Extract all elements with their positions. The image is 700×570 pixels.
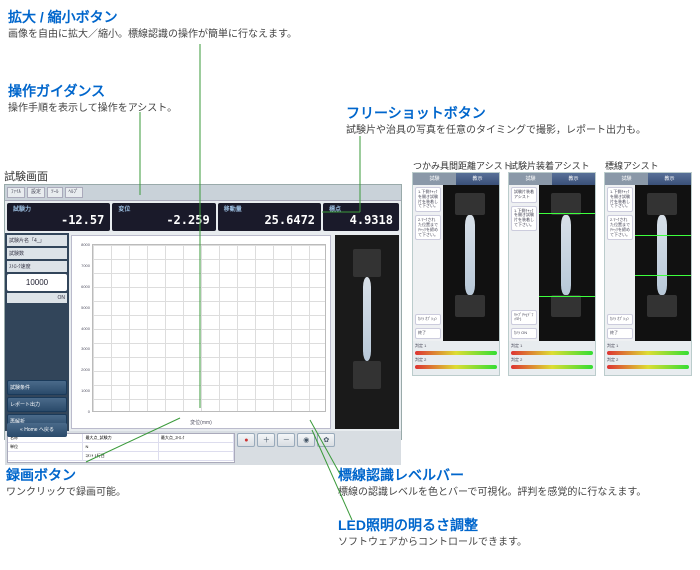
results-table: 名称 最大点_試験力 最大点_ｽﾄﾛ-ｸ 単位 N ｺﾒﾝﾄ 1行目 [7,433,235,463]
callout-guidance: 操作ガイダンス 操作手順を表示して操作をアシスト。 [8,82,177,116]
on-label: ON [7,293,67,303]
main-body: 試験片名「4_」 試験数 ｽﾄﾛ-ｸ速度 10000 ON 試験条件 レポート出… [5,233,401,431]
guide-line [635,275,691,276]
camera-preview [335,235,399,429]
toolbar: ● ＋ － ◉ ✿ [237,433,399,463]
callout-desc: ワンクリックで録画可能。 [6,486,126,500]
assist-btn[interactable]: 終了 [415,328,441,339]
callout-desc: ソフトウェアからコントロールできます。 [338,536,698,550]
assist-btn[interactable]: ｶﾒﾗ ｵﾌﾟｼｮﾝ [607,314,633,325]
assist-tab-test[interactable]: 試験 [509,173,552,185]
callout-zoom: 拡大 / 縮小ボタン 画像を自由に拡大／縮小。標線認識の操作が簡単に行なえます。 [8,8,297,42]
assist-tab-test[interactable]: 試験 [413,173,456,185]
readout-travel: 移動量 25.6472 [218,203,321,231]
assist-title: つかみ具間距離アシスト [413,159,512,172]
left-panel: 試験片名「4_」 試験数 ｽﾄﾛ-ｸ速度 10000 ON 試験条件 レポート出… [5,233,69,431]
speed-label: ｽﾄﾛ-ｸ速度 [7,261,67,272]
zoom-in-button[interactable]: ＋ [257,433,275,447]
callout-title: 録画ボタン [6,466,126,484]
level-bar [607,365,689,369]
callout-desc: 標線の認識レベルを色とバーで可視化。評判を感覚的に行なえます。 [338,486,698,500]
level-bar [415,351,497,355]
callout-title: LED照明の明るさ調整 [338,516,698,534]
main-screenshot-label: 試験画面 [4,168,48,184]
callout-title: 操作ガイダンス [8,82,177,100]
assist-guidance: 1.下側ﾁｬｯｸを開き試験片を装着して下さい。 2.ﾏｰｸされた位置までﾁｬｯｸ… [413,185,443,341]
assist-guidance: 1.下側ﾁｬｯｸを開き試験片を装着して下さい。 2.ﾏｰｸされた位置までﾁｬｯｸ… [605,185,635,341]
assist-camera [443,185,499,341]
assist-tab-teach[interactable]: 教示 [648,173,691,185]
menu-item[interactable]: ﾍﾙﾌﾟ [65,187,83,198]
assist-panel-gauge-mark: 標線アシスト 試験 教示 1.下側ﾁｬｯｸを開き試験片を装着して下さい。 2.ﾏ… [604,172,692,376]
speed-value: 10000 [7,274,67,291]
assist-panel-grip-distance: つかみ具間距離アシスト 試験 教示 1.下側ﾁｬｯｸを開き試験片を装着して下さい… [412,172,500,376]
left-btn-1[interactable]: 試験条件 [7,380,67,395]
grip-bot [353,361,381,389]
menu-item[interactable]: ﾌｧｲﾙ [7,187,25,198]
callout-levelbar: 標線認識レベルバー 標線の認識レベルを色とバーで可視化。評判を感覚的に行なえます… [338,466,698,500]
assist-tab-teach[interactable]: 教示 [552,173,595,185]
callout-desc: 操作手順を表示して操作をアシスト。 [8,102,177,116]
readout-gauge: 標点 4.9318 [323,203,399,231]
assist-tabs: 試験 教示 [509,173,595,185]
callout-title: フリーショットボタン [346,104,696,122]
assist-footer: 判定 1 判定 2 [509,341,595,375]
left-btn-2[interactable]: レポート出力 [7,397,67,412]
zoom-out-button[interactable]: － [277,433,295,447]
chart-y-axis: 8000 7000 6000 5000 4000 3000 2000 1000 … [74,242,90,414]
level-bar [511,365,593,369]
chart-grid [92,244,326,412]
readout-row: 試験力 -12.57 変位 -2.259 移動量 25.6472 標点 4.93… [5,201,401,233]
assist-tab-teach[interactable]: 教示 [456,173,499,185]
callout-title: 拡大 / 縮小ボタン [8,8,297,26]
record-button[interactable]: ● [237,433,255,447]
assist-btn[interactable]: ｶﾒﾗ ｵﾌﾟｼｮﾝ [415,314,441,325]
level-bar [511,351,593,355]
main-screenshot: ﾌｧｲﾙ 設定 ﾂｰﾙ ﾍﾙﾌﾟ 試験力 -12.57 変位 -2.259 移動… [4,184,402,440]
assist-title: 標線アシスト [605,159,659,172]
menu-item[interactable]: ﾂｰﾙ [47,187,63,198]
callout-title: 標線認識レベルバー [338,466,698,484]
batch-label: 試験片名「4_」 [7,235,67,246]
menu-item[interactable]: 設定 [27,187,45,198]
callout-desc: 画像を自由に拡大／縮小。標線認識の操作が簡単に行なえます。 [8,28,297,42]
chart-x-label: 変位(mm) [72,419,330,426]
grip-top [353,249,381,277]
level-bar [415,365,497,369]
assist-title: 試験片装着アシスト [509,159,590,172]
level-bar [607,351,689,355]
callout-record: 録画ボタン ワンクリックで録画可能。 [6,466,126,500]
callout-desc: 試験片や治具の写真を任意のタイミングで撮影，レポート出力も。 [346,124,696,138]
settings-button[interactable]: ✿ [317,433,335,447]
freeshot-button[interactable]: ◉ [297,433,315,447]
menu-bar: ﾌｧｲﾙ 設定 ﾂｰﾙ ﾍﾙﾌﾟ [5,185,401,201]
assist-camera [539,185,595,341]
assist-btn[interactable]: 終了 [607,328,633,339]
callout-freeshot: フリーショットボタン 試験片や治具の写真を任意のタイミングで撮影，レポート出力も… [346,104,696,138]
assist-guidance: 試験片装着アシスト 1.下側ﾁｬｯｸを開き試験片を装着して下さい。 ｷｬﾌﾟﾁｬ… [509,185,539,341]
specimen [363,277,371,361]
counter-label: 試験数 [7,248,67,259]
callout-led: LED照明の明るさ調整 ソフトウェアからコントロールできます。 [338,516,698,550]
assist-panel-specimen-mount: 試験片装着アシスト 試験 教示 試験片装着アシスト 1.下側ﾁｬｯｸを開き試験片… [508,172,596,376]
guide-line [635,235,691,236]
assist-tabs: 試験 教示 [605,173,691,185]
readout-disp: 変位 -2.259 [112,203,215,231]
assist-tab-test[interactable]: 試験 [605,173,648,185]
readout-force: 試験力 -12.57 [7,203,110,231]
assist-footer: 判定 1 判定 2 [605,341,691,375]
home-button[interactable]: « Home へ戻る [7,423,67,437]
chart-area: 8000 7000 6000 5000 4000 3000 2000 1000 … [71,235,331,429]
guide-line [539,296,595,297]
assist-btn[interactable]: ｶﾒﾗ ON [511,328,537,339]
assist-footer: 判定 1 判定 2 [413,341,499,375]
assist-camera [635,185,691,341]
assist-btn[interactable]: ｷｬﾌﾟﾁｬ(ﾃﾞﾌｫﾙﾄ) [511,310,537,326]
assist-tabs: 試験 教示 [413,173,499,185]
guide-line [539,213,595,214]
